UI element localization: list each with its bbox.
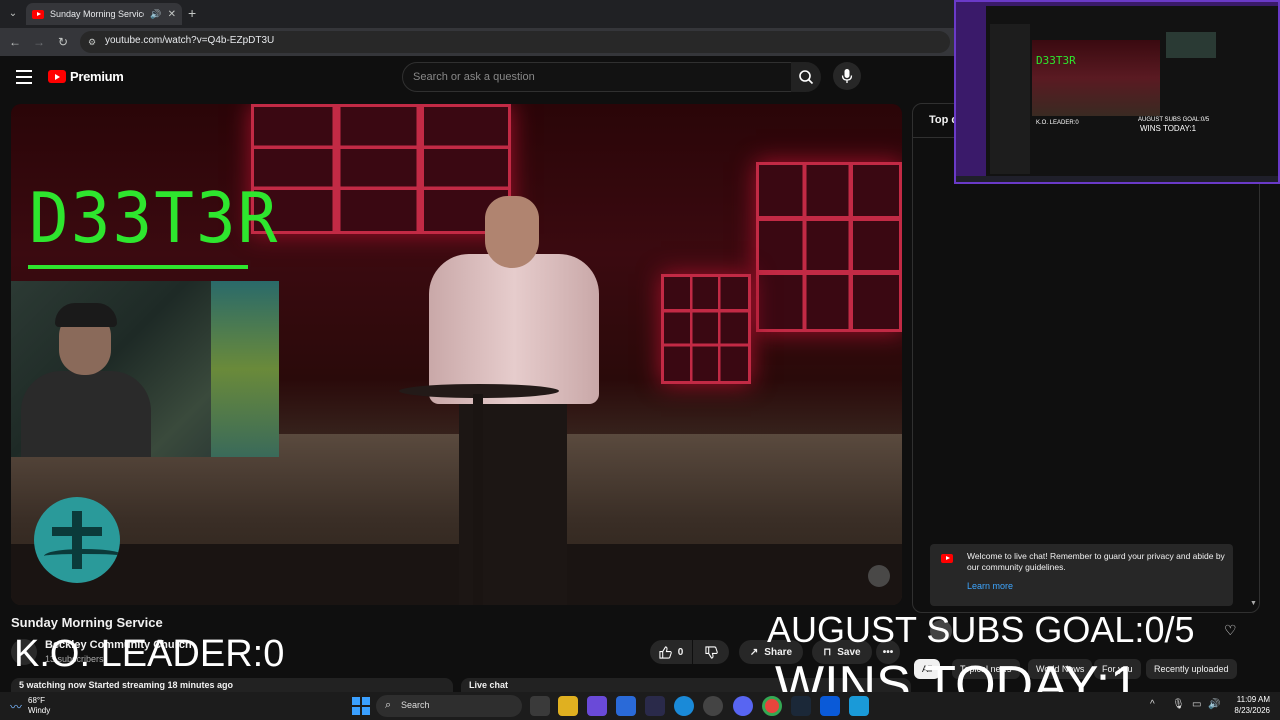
weather-description: Windy — [28, 706, 51, 715]
preview-video — [1032, 40, 1160, 116]
thumbs-up-icon — [659, 645, 672, 659]
stage-window-light — [251, 104, 511, 234]
heart-icon[interactable]: ♡ — [1224, 622, 1240, 638]
calculator-icon[interactable] — [645, 696, 665, 716]
store-icon[interactable] — [616, 696, 636, 716]
wind-icon: 〰 — [10, 699, 23, 714]
tab-search-button[interactable]: ⌄ — [4, 5, 22, 23]
search-button[interactable] — [791, 62, 821, 92]
forward-arrow-icon[interactable]: → — [30, 33, 48, 51]
task-view-icon[interactable] — [530, 696, 550, 716]
steam-icon[interactable] — [791, 696, 811, 716]
watching-status-bar: 5 watching now Started streaming 18 minu… — [11, 678, 453, 692]
learn-more-link[interactable]: Learn more — [967, 581, 1013, 591]
clock-time: 11:09 AM — [1236, 695, 1270, 704]
microphone-tray-icon[interactable]: 🎙 — [1172, 699, 1185, 710]
discord-icon[interactable] — [733, 696, 753, 716]
youtube-play-icon — [48, 70, 66, 83]
streamer-tag-underline — [28, 265, 248, 269]
like-count: 0 — [677, 646, 684, 658]
tab-title: Sunday Morning Service - Y — [50, 9, 144, 19]
windows-taskbar: 〰 68°F Windy ⌕ Search ^ 🎙 ▭ 🔊 11:09 AM 8… — [0, 692, 1280, 720]
player-settings-icon[interactable] — [868, 565, 890, 587]
webcam-overlay — [11, 281, 279, 457]
preview-wins: WINS TODAY:1 — [1140, 124, 1197, 133]
windows-start-icon[interactable] — [352, 697, 370, 715]
preview-webcam — [1166, 32, 1216, 58]
chrome-icon[interactable] — [762, 696, 782, 716]
youtube-favicon-icon — [32, 9, 44, 19]
thumbs-down-icon — [704, 645, 718, 659]
ko-leader-overlay: K.O. LEADER:0 — [14, 633, 285, 675]
video-player[interactable]: D33T3R — [11, 104, 902, 605]
like-button[interactable]: 0 — [650, 640, 692, 664]
weather-widget[interactable]: 〰 68°F Windy — [10, 696, 50, 716]
copilot-icon[interactable] — [587, 696, 607, 716]
logo-text: Premium — [70, 69, 124, 84]
clock-date: 8/23/2026 — [1234, 706, 1270, 715]
browser-tab[interactable]: Sunday Morning Service - Y 🔊 ✕ — [26, 3, 182, 25]
scroll-down-icon[interactable]: ▼ — [1250, 600, 1257, 607]
app-icon[interactable] — [703, 696, 723, 716]
screen-capture-preview: D33T3R K.O. LEADER:0 AUGUST SUBS GOAL:0/… — [954, 0, 1280, 184]
reload-icon[interactable]: ↻ — [54, 33, 72, 51]
podium-pole — [473, 394, 483, 605]
welcome-message: Welcome to live chat! Remember to guard … — [967, 551, 1225, 572]
address-bar[interactable]: ⚙ youtube.com/watch?v=Q4b-EZpDT3U — [80, 31, 950, 53]
menu-icon[interactable] — [16, 70, 32, 84]
search-placeholder: Search or ask a question — [413, 71, 535, 83]
file-explorer-icon[interactable] — [558, 696, 578, 716]
chip-recently-uploaded[interactable]: Recently uploaded — [1146, 659, 1237, 679]
voice-search-button[interactable] — [833, 62, 861, 90]
stage-edge — [11, 544, 902, 605]
video-title: Sunday Morning Service — [11, 615, 163, 630]
search-icon: ⌕ — [385, 699, 392, 711]
taskbar-search-label: Search — [401, 700, 430, 710]
word-icon[interactable] — [820, 696, 840, 716]
taskbar-search[interactable]: ⌕ Search — [376, 695, 522, 717]
url-text: youtube.com/watch?v=Q4b-EZpDT3U — [105, 35, 275, 46]
webcam-person-shirt — [21, 371, 151, 457]
preview-subs-goal: AUGUST SUBS GOAL:0/5 — [1138, 117, 1210, 123]
new-tab-button[interactable]: + — [188, 5, 202, 21]
system-clock[interactable]: 11:09 AM 8/23/2026 — [1200, 694, 1270, 716]
back-arrow-icon[interactable]: ← — [6, 33, 24, 51]
stage-window-light — [661, 274, 751, 384]
stage-window-light — [756, 162, 902, 332]
preview-taskbar — [956, 176, 1278, 182]
speaker-head — [485, 196, 539, 268]
close-tab-icon[interactable]: ✕ — [168, 9, 176, 20]
dislike-button[interactable] — [693, 640, 729, 664]
photos-icon[interactable] — [849, 696, 869, 716]
chat-welcome-box: Welcome to live chat! Remember to guard … — [930, 544, 1233, 606]
speaker-body — [429, 254, 599, 404]
subs-goal-overlay: AUGUST SUBS GOAL:0/5 — [767, 609, 1195, 650]
search-input[interactable]: Search or ask a question — [402, 62, 792, 92]
webcam-person-cap — [55, 303, 117, 327]
church-logo — [34, 497, 120, 583]
preview-ko-leader: K.O. LEADER:0 — [1036, 120, 1079, 126]
search-icon — [799, 70, 814, 85]
streamer-tag: D33T3R — [29, 178, 280, 259]
tray-chevron-icon[interactable]: ^ — [1150, 699, 1155, 710]
site-info-icon[interactable]: ⚙ — [88, 36, 100, 48]
temperature: 68°F — [28, 696, 45, 705]
preview-sidebar — [990, 24, 1030, 174]
microphone-icon — [841, 69, 853, 83]
share-icon: ↗ — [749, 646, 759, 658]
preview-streamer-tag: D33T3R — [1036, 54, 1076, 67]
webcam-poster — [211, 281, 279, 457]
speaker-icon[interactable]: 🔊 — [150, 9, 161, 20]
youtube-logo[interactable]: Premium — [48, 69, 124, 84]
youtube-icon — [941, 554, 953, 563]
edge-icon[interactable] — [674, 696, 694, 716]
live-chat-label: Live chat — [469, 680, 509, 690]
watching-status: 5 watching now Started streaming 18 minu… — [19, 680, 234, 690]
screen: ⌄ Sunday Morning Service - Y 🔊 ✕ + ← → ↻… — [0, 0, 1280, 720]
